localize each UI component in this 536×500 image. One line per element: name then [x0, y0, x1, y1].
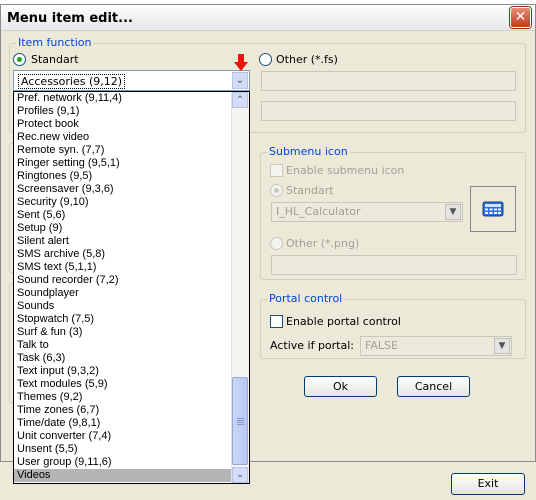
dialog-titlebar: Menu item edit...: [1, 5, 535, 31]
list-item[interactable]: Protect book: [14, 118, 233, 131]
list-item[interactable]: Ringer setting (9,5,1): [14, 157, 233, 170]
item-function-legend: Item function: [16, 36, 94, 49]
chevron-down-icon[interactable]: ⌄: [232, 72, 248, 89]
list-item[interactable]: Pref. network (9,11,4): [14, 92, 233, 105]
submenu-icon-value: I_HL_Calculator: [276, 205, 361, 218]
list-item[interactable]: Text input (9,3,2): [14, 365, 233, 378]
list-item[interactable]: Surf & fun (3): [14, 326, 233, 339]
list-item[interactable]: Sounds: [14, 300, 233, 313]
calculator-icon: [482, 201, 504, 217]
enable-submenu-icon-label: Enable submenu icon: [286, 164, 405, 177]
list-item[interactable]: Security (9,10): [14, 196, 233, 209]
submenu-icon-select[interactable]: I_HL_Calculator ▼: [271, 202, 463, 222]
submenu-icon-preview: [470, 186, 516, 232]
list-item[interactable]: Sound recorder (7,2): [14, 274, 233, 287]
submenu-other-path-field[interactable]: [271, 255, 517, 275]
list-item[interactable]: Time/date (9,8,1): [14, 417, 233, 430]
submenu-standart-radio[interactable]: [270, 184, 283, 197]
ok-button[interactable]: Ok: [304, 376, 377, 397]
item-function-combobox[interactable]: Accessories (9,12) ⌄: [13, 70, 250, 91]
active-if-portal-value: FALSE: [365, 339, 398, 352]
other-fs-label: Other (*.fs): [276, 53, 338, 66]
list-item[interactable]: Setup (9): [14, 222, 233, 235]
list-item[interactable]: Sent (5,6): [14, 209, 233, 222]
list-item[interactable]: SMS text (5,1,1): [14, 261, 233, 274]
list-item[interactable]: Unit converter (7,4): [14, 430, 233, 443]
list-item[interactable]: SMS archive (5,8): [14, 248, 233, 261]
enable-submenu-icon-checkbox[interactable]: [270, 164, 283, 177]
list-item[interactable]: Silent alert: [14, 235, 233, 248]
list-item[interactable]: Text modules (5,9): [14, 378, 233, 391]
standart-label: Standart: [31, 53, 79, 66]
dialog-title: Menu item edit...: [7, 11, 133, 26]
list-item[interactable]: Remote syn. (7,7): [14, 144, 233, 157]
enable-portal-control-checkbox[interactable]: [270, 315, 283, 328]
list-item[interactable]: Rec.new video: [14, 131, 233, 144]
close-icon[interactable]: ✕: [510, 7, 531, 28]
item-function-list[interactable]: Pref. network (9,11,4) Profiles (9,1) Prot…: [14, 92, 233, 483]
scrollbar-thumb[interactable]: [232, 377, 248, 465]
active-if-portal-label: Active if portal:: [270, 339, 354, 352]
list-item[interactable]: Stopwatch (7,5): [14, 313, 233, 326]
list-item[interactable]: Themes (9,2): [14, 391, 233, 404]
item-function-extra-field[interactable]: [261, 101, 516, 121]
list-item[interactable]: Ringtones (9,5): [14, 170, 233, 183]
standart-radio[interactable]: [13, 53, 26, 66]
submenu-icon-legend: Submenu icon: [267, 145, 350, 158]
list-item[interactable]: Soundplayer: [14, 287, 233, 300]
portal-control-legend: Portal control: [267, 292, 345, 305]
chevron-up-icon[interactable]: ⌃: [232, 92, 248, 108]
item-function-dropdown[interactable]: Pref. network (9,11,4) Profiles (9,1) Prot…: [13, 91, 250, 484]
list-item[interactable]: Talk to: [14, 339, 233, 352]
cancel-button[interactable]: Cancel: [397, 376, 470, 397]
other-fs-path-field[interactable]: [261, 71, 516, 91]
dropdown-scrollbar[interactable]: ⌃ ⌄: [231, 92, 249, 483]
submenu-other-radio[interactable]: [270, 237, 283, 250]
list-item[interactable]: Unsent (5,5): [14, 443, 233, 456]
chevron-down-icon[interactable]: ▼: [445, 204, 461, 220]
submenu-standart-label: Standart: [286, 184, 334, 197]
item-function-selected: Accessories (9,12): [18, 74, 126, 89]
chevron-down-icon[interactable]: ▼: [494, 338, 510, 354]
exit-button[interactable]: Exit: [451, 473, 525, 495]
list-item[interactable]: Task (6,3): [14, 352, 233, 365]
submenu-other-label: Other (*.png): [286, 237, 360, 250]
list-item[interactable]: Time zones (6,7): [14, 404, 233, 417]
other-fs-radio[interactable]: [259, 53, 272, 66]
list-item[interactable]: User group (9,11,6): [14, 456, 233, 469]
list-item[interactable]: Profiles (9,1): [14, 105, 233, 118]
enable-portal-control-label: Enable portal control: [286, 315, 401, 328]
chevron-down-icon[interactable]: ⌄: [232, 467, 248, 483]
active-if-portal-select[interactable]: FALSE ▼: [360, 336, 512, 356]
red-arrow-down-icon: [234, 54, 248, 71]
list-item[interactable]: Videos: [14, 469, 233, 482]
list-item[interactable]: Screensaver (9,3,6): [14, 183, 233, 196]
